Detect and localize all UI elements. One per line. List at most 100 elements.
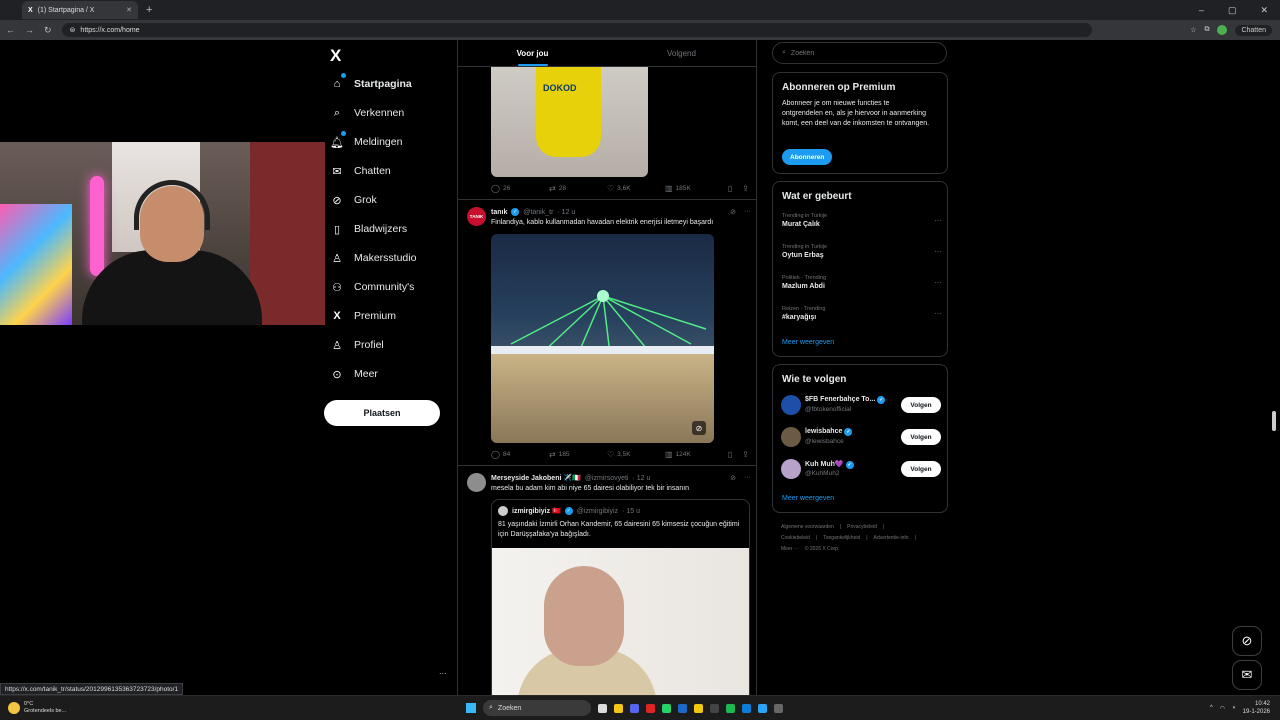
follow-suggestion[interactable]: $FB Fenerbahçe To... ✓ @fbtokenofficial … [781, 393, 941, 417]
more-icon[interactable]: ··· [934, 216, 942, 225]
reply-button[interactable]: ◯ 84 [491, 450, 549, 459]
more-icon[interactable]: ··· [744, 474, 751, 482]
app-icon[interactable] [678, 703, 687, 713]
author-name[interactable]: tanık [491, 209, 507, 216]
nav-item-explore[interactable]: ⌕ Verkennen [330, 103, 404, 123]
follow-button[interactable]: Volgen [901, 397, 941, 413]
share-icon[interactable]: ⇪ [742, 450, 749, 459]
nav-item-premium[interactable]: X Premium [330, 306, 396, 326]
wifi-icon[interactable]: ◠ [1220, 705, 1225, 712]
follow-suggestion[interactable]: lewisbahce ✓ @lewisbahce Volgen [781, 425, 941, 449]
whatsapp-icon[interactable] [662, 703, 671, 713]
repost-button[interactable]: ⇄ 185 [549, 450, 607, 459]
nav-item-profile[interactable]: ♙ Profiel [330, 335, 384, 355]
share-icon[interactable]: ⇪ [742, 184, 749, 193]
show-more-follow-link[interactable]: Meer weergeven [782, 495, 834, 502]
grok-icon[interactable]: ⊘ [730, 208, 736, 216]
avatar[interactable]: TANIK [467, 207, 486, 226]
app-icon[interactable] [694, 703, 703, 713]
avatar[interactable] [467, 473, 486, 492]
discord-icon[interactable] [630, 703, 639, 713]
follow-suggestion[interactable]: Kuh Muh💜 ✓ @KuhMuh2 Volgen [781, 457, 941, 481]
post-time[interactable]: · 12 u [557, 209, 575, 216]
grok-icon[interactable]: ⊘ [730, 474, 736, 482]
chevron-up-icon[interactable]: ^ [1210, 705, 1213, 711]
grok-image-icon[interactable]: ⊘ [692, 421, 706, 435]
reload-icon[interactable]: ↻ [44, 25, 52, 36]
repost-button[interactable]: ⇄ 28 [549, 184, 607, 193]
star-icon[interactable]: ☆ [1190, 26, 1196, 34]
nav-item-chat[interactable]: ✉ Chatten [330, 161, 390, 181]
chat-button[interactable]: Chatten [1235, 24, 1272, 36]
maximize-icon[interactable]: ▢ [1228, 5, 1237, 16]
post-time[interactable]: · 12 u [632, 475, 650, 482]
privacy-link[interactable]: Privacybeleid [847, 524, 877, 530]
more-icon[interactable]: ··· [934, 278, 942, 287]
x-logo-icon[interactable]: X [330, 46, 341, 66]
account-menu-icon[interactable]: ... [439, 666, 447, 676]
trend-item[interactable]: Reizen · Trending #karyağışı ··· [782, 306, 942, 321]
nav-item-creator-studio[interactable]: ♙ Makersstudio [330, 248, 416, 268]
views-button[interactable]: ▥ 124K [665, 450, 723, 459]
more-icon[interactable]: ··· [934, 309, 942, 318]
clock[interactable]: 10:42 19-1-2026 [1243, 700, 1270, 716]
forward-icon[interactable]: → [25, 25, 34, 36]
search-input[interactable] [790, 49, 921, 57]
more-icon[interactable]: ··· [934, 247, 942, 256]
url-field[interactable]: ⊜ https://x.com/home [61, 23, 1092, 37]
trend-item[interactable]: Trending in Turkije Oytun Erbaş ··· [782, 244, 942, 259]
like-button[interactable]: ♡ 3,5K [607, 450, 665, 459]
post-button[interactable]: Plaatsen [324, 400, 440, 426]
minimize-icon[interactable]: – [1199, 5, 1204, 16]
nav-item-home[interactable]: ⌂ Startpagina [330, 73, 412, 94]
scrollbar[interactable] [1272, 411, 1276, 431]
quoted-image[interactable] [492, 548, 749, 695]
nav-item-notifications[interactable]: 🔔︎ Meldingen [330, 131, 402, 152]
accessibility-link[interactable]: Toegankelijkheid [823, 535, 860, 541]
windows-start-icon[interactable] [466, 703, 476, 713]
nav-item-bookmarks[interactable]: ▯ Bladwijzers [330, 219, 407, 239]
more-link[interactable]: Meer ··· [781, 546, 799, 552]
app-icon[interactable] [646, 703, 655, 713]
tab-for-you[interactable]: Voor jou [458, 40, 607, 66]
terms-link[interactable]: Algemene voorwaarden [781, 524, 834, 530]
edge-icon[interactable] [758, 703, 767, 713]
author-handle[interactable]: @izmirsovyeti [585, 475, 629, 482]
messages-float-button[interactable]: ✉ [1232, 660, 1262, 690]
tab-following[interactable]: Volgend [607, 40, 756, 66]
close-window-icon[interactable]: ✕ [1260, 5, 1268, 16]
follow-button[interactable]: Volgen [901, 461, 941, 477]
volume-icon[interactable]: ◖ [1232, 705, 1236, 711]
nav-item-grok[interactable]: ⊘ Grok [330, 190, 376, 210]
search-box[interactable]: ⌕ [772, 42, 947, 64]
subscribe-button[interactable]: Abonneren [782, 149, 833, 165]
trend-item[interactable]: Politiek · Trending Mazlum Abdi ··· [782, 275, 942, 290]
file-explorer-icon[interactable] [614, 703, 623, 713]
app-icon[interactable] [774, 703, 783, 713]
bookmark-icon[interactable]: ▯ [728, 450, 732, 459]
extensions-icon[interactable]: ⧉ [1204, 26, 1209, 34]
show-more-trends-link[interactable]: Meer weergeven [782, 339, 834, 346]
nav-item-communities[interactable]: ⚇ Community's [330, 277, 414, 297]
like-button[interactable]: ♡ 3,6K [607, 184, 665, 193]
bookmark-icon[interactable]: ▯ [728, 184, 732, 193]
more-icon[interactable]: ··· [744, 208, 751, 216]
site-info-icon[interactable]: ⊜ [70, 26, 76, 34]
weather-widget[interactable]: 0°C Grotendeels be... [0, 701, 66, 715]
browser-tab[interactable]: X (1) Startpagina / X ✕ [22, 1, 138, 19]
author-handle[interactable]: @tanik_tr [523, 209, 553, 216]
post-image[interactable]: ⊘ [491, 234, 714, 443]
taskbar-search[interactable]: ⌕ Zoeken [483, 700, 591, 716]
back-icon[interactable]: ← [6, 25, 15, 36]
cookie-link[interactable]: Cookiebeleid [781, 535, 810, 541]
close-tab-icon[interactable]: ✕ [126, 6, 132, 14]
author-name[interactable]: Merseyside Jakobeni ✈️🇮🇹 [491, 474, 581, 482]
post-image[interactable]: DOKOD [491, 67, 648, 177]
views-button[interactable]: ▥ 185K [665, 184, 723, 193]
grok-float-button[interactable]: ⊘ [1232, 626, 1262, 656]
app-icon[interactable] [710, 703, 719, 713]
app-icon[interactable] [742, 703, 751, 713]
follow-button[interactable]: Volgen [901, 429, 941, 445]
task-view-icon[interactable] [598, 703, 607, 713]
profile-avatar[interactable] [1217, 25, 1228, 35]
